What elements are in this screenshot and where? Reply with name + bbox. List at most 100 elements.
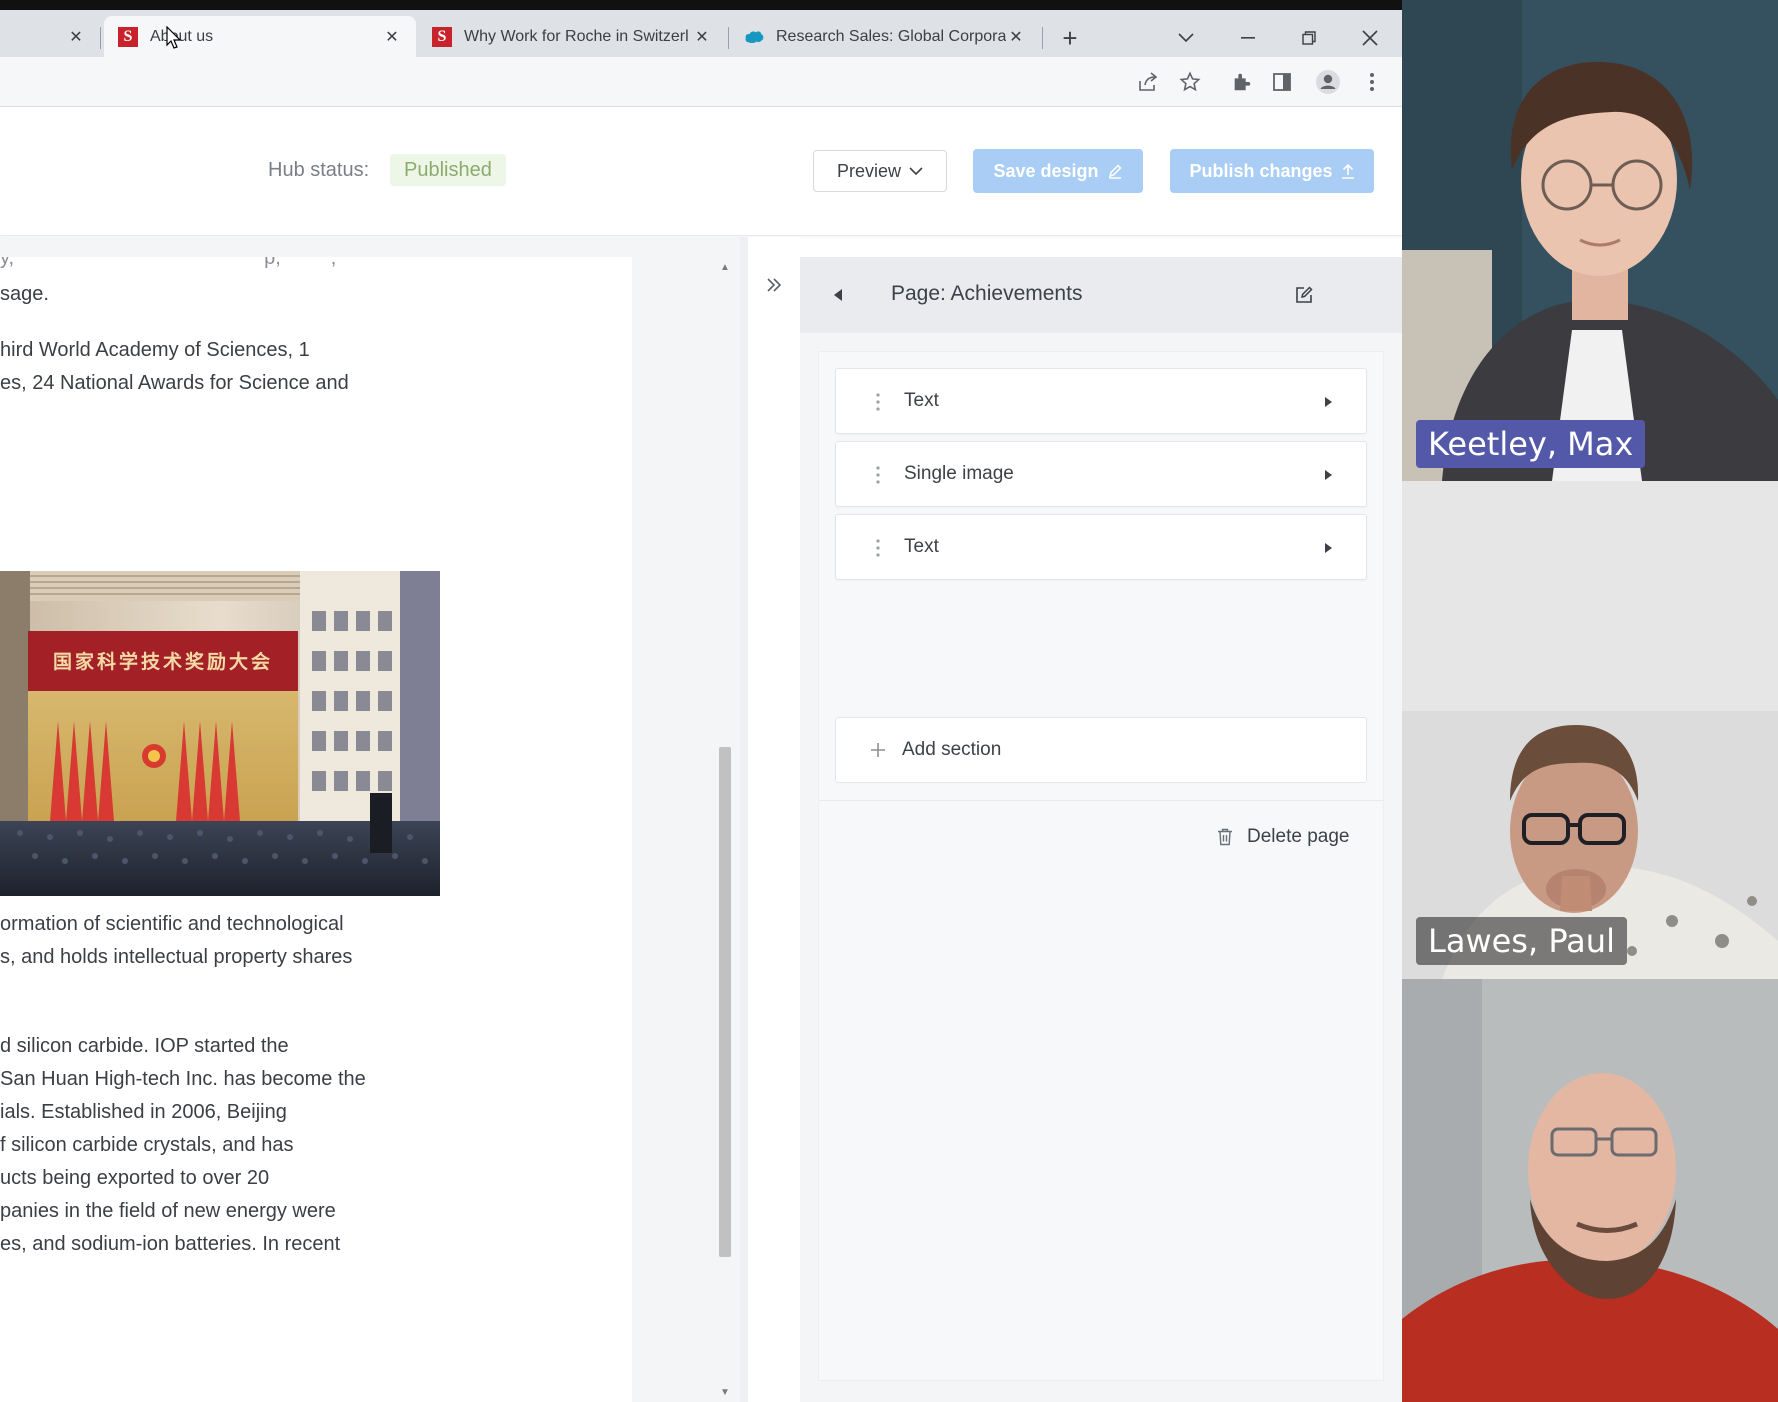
tab-about-us[interactable]: S About us ✕: [104, 16, 416, 57]
preview-button[interactable]: Preview: [813, 150, 947, 192]
window-top-edge: [0, 0, 1402, 10]
save-design-button[interactable]: Save design: [973, 149, 1143, 193]
participant-video: [1402, 979, 1778, 1402]
close-icon: [1362, 30, 1378, 46]
chevron-down-icon: [909, 166, 923, 175]
sections-list: Text Single image Text Add section Delet…: [818, 351, 1384, 1381]
restore-icon: [1302, 31, 1316, 45]
text-line: s, and holds intellectual property share…: [0, 946, 353, 968]
drag-handle-icon[interactable]: [874, 536, 882, 560]
add-section-button[interactable]: Add section: [835, 717, 1367, 783]
chevron-down-icon: [1178, 33, 1194, 43]
browser-window: ✕ S About us ✕ S Why Work for Roche in S…: [0, 0, 1402, 1402]
participant-video-tile[interactable]: [1402, 979, 1778, 1402]
drag-handle-icon[interactable]: [874, 463, 882, 487]
plus-icon: [866, 737, 890, 763]
section-item-text[interactable]: Text: [835, 368, 1367, 434]
app-header: Hub status: Published Preview Save desig…: [0, 108, 1402, 236]
participant-video: [1402, 481, 1778, 979]
profile-icon[interactable]: [1314, 68, 1342, 96]
tab-strip: ✕ S About us ✕ S Why Work for Roche in S…: [0, 10, 1402, 57]
status-badge: Published: [390, 154, 506, 186]
section-label: Text: [904, 536, 939, 557]
close-icon[interactable]: ✕: [692, 27, 712, 47]
text-line: ials. Established in 2006, Beijing: [0, 1101, 287, 1123]
text-line-fragment: y, p, ,: [0, 257, 337, 269]
section-label: Text: [904, 390, 939, 411]
close-icon[interactable]: ✕: [1006, 27, 1026, 47]
side-panel-icon[interactable]: [1268, 68, 1296, 96]
pane-resize-handle[interactable]: [740, 237, 748, 1402]
section-label: Single image: [904, 463, 1014, 484]
minimize-icon: [1241, 37, 1255, 39]
caret-right-icon[interactable]: [1320, 538, 1336, 558]
delete-page-button[interactable]: Delete page: [1217, 826, 1349, 848]
tab-0[interactable]: ✕: [0, 16, 100, 57]
hub-status-label: Hub status:: [268, 159, 370, 181]
screen: ✕ S About us ✕ S Why Work for Roche in S…: [0, 0, 1778, 1402]
section-item-text[interactable]: Text: [835, 514, 1367, 580]
pencil-icon: [1108, 164, 1122, 179]
text-line: ormation of scientific and technological: [0, 913, 344, 935]
tab-research-sales[interactable]: Research Sales: Global Corporat ✕: [730, 16, 1040, 57]
save-design-label: Save design: [993, 160, 1099, 181]
award-ceremony-image: 国家科学技术奖励大会: [0, 571, 440, 896]
extensions-icon[interactable]: [1228, 68, 1256, 96]
close-icon[interactable]: ✕: [382, 27, 402, 47]
tab-separator: [100, 27, 101, 49]
mouse-cursor-icon: [166, 26, 182, 49]
tab-title: About us: [150, 27, 214, 45]
minimize-button[interactable]: [1232, 22, 1264, 54]
participant-video: [1402, 0, 1778, 481]
springer-favicon-icon: S: [118, 26, 138, 47]
text-line: ucts being exported to over 20: [0, 1167, 270, 1189]
panel-header: Page: Achievements: [800, 257, 1402, 333]
restore-button[interactable]: [1293, 22, 1325, 54]
upload-icon: [1341, 163, 1354, 179]
text-line: es, and sodium-ion batteries. In recent: [0, 1233, 341, 1255]
caret-right-icon[interactable]: [1320, 465, 1336, 485]
ceremony-banner-text: 国家科学技术奖励大会: [53, 650, 273, 673]
text-line: es, 24 National Awards for Science and: [0, 372, 349, 394]
section-item-single-image[interactable]: Single image: [835, 441, 1367, 507]
video-call-participants: Keetley, Max Lawes, Paul: [1402, 0, 1778, 1402]
participant-name-tag: Keetley, Max: [1416, 420, 1646, 468]
text-line: f silicon carbide crystals, and has: [0, 1134, 294, 1156]
tab-title: Why Work for Roche in Switzerl: [464, 27, 689, 45]
scrollbar-thumb[interactable]: [719, 747, 731, 1257]
drag-handle-icon[interactable]: [874, 390, 882, 414]
page-preview-pane: y, p, , sage. hird World Academy of Scie…: [0, 237, 740, 1402]
page-content: y, p, , sage. hird World Academy of Scie…: [0, 257, 632, 1402]
window-close-button[interactable]: [1354, 22, 1386, 54]
back-arrow-icon[interactable]: [828, 283, 848, 307]
tab-title: Research Sales: Global Corporat: [776, 27, 1006, 45]
salesforce-cloud-icon: [744, 27, 764, 47]
text-line: hird World Academy of Sciences, 1: [0, 339, 310, 361]
text-line: sage.: [0, 283, 49, 305]
scroll-up-arrow-icon[interactable]: ▲: [719, 261, 731, 273]
tab-search-button[interactable]: [1170, 22, 1202, 54]
delete-page-label: Delete page: [1247, 826, 1350, 847]
trash-icon: [1218, 828, 1232, 846]
participant-name-tag: Lawes, Paul: [1416, 917, 1627, 965]
browser-toolbar: [0, 57, 1402, 107]
text-line: San Huan High-tech Inc. has become the: [0, 1068, 366, 1090]
content-scrollbar[interactable]: ▲ ▼: [716, 257, 734, 1402]
more-vert-icon[interactable]: [1358, 68, 1386, 96]
double-chevron-right-icon[interactable]: [762, 273, 786, 297]
tab-why-work-for-roche[interactable]: S Why Work for Roche in Switzerl ✕: [418, 16, 726, 57]
caret-right-icon[interactable]: [1320, 392, 1336, 412]
participant-video-tile[interactable]: Lawes, Paul: [1402, 481, 1778, 979]
share-icon[interactable]: [1134, 68, 1162, 96]
participant-video-tile[interactable]: Keetley, Max: [1402, 0, 1778, 481]
tab-separator: [1042, 27, 1043, 49]
scroll-down-arrow-icon[interactable]: ▼: [719, 1386, 731, 1398]
star-icon[interactable]: [1176, 68, 1204, 96]
add-section-label: Add section: [902, 739, 1002, 760]
new-tab-button[interactable]: +: [1054, 22, 1086, 54]
springer-favicon-icon: S: [432, 26, 452, 47]
publish-changes-button[interactable]: Publish changes: [1170, 149, 1374, 193]
text-line: d silicon carbide. IOP started the: [0, 1035, 289, 1057]
close-icon[interactable]: ✕: [66, 27, 86, 47]
edit-icon[interactable]: [1292, 283, 1316, 307]
